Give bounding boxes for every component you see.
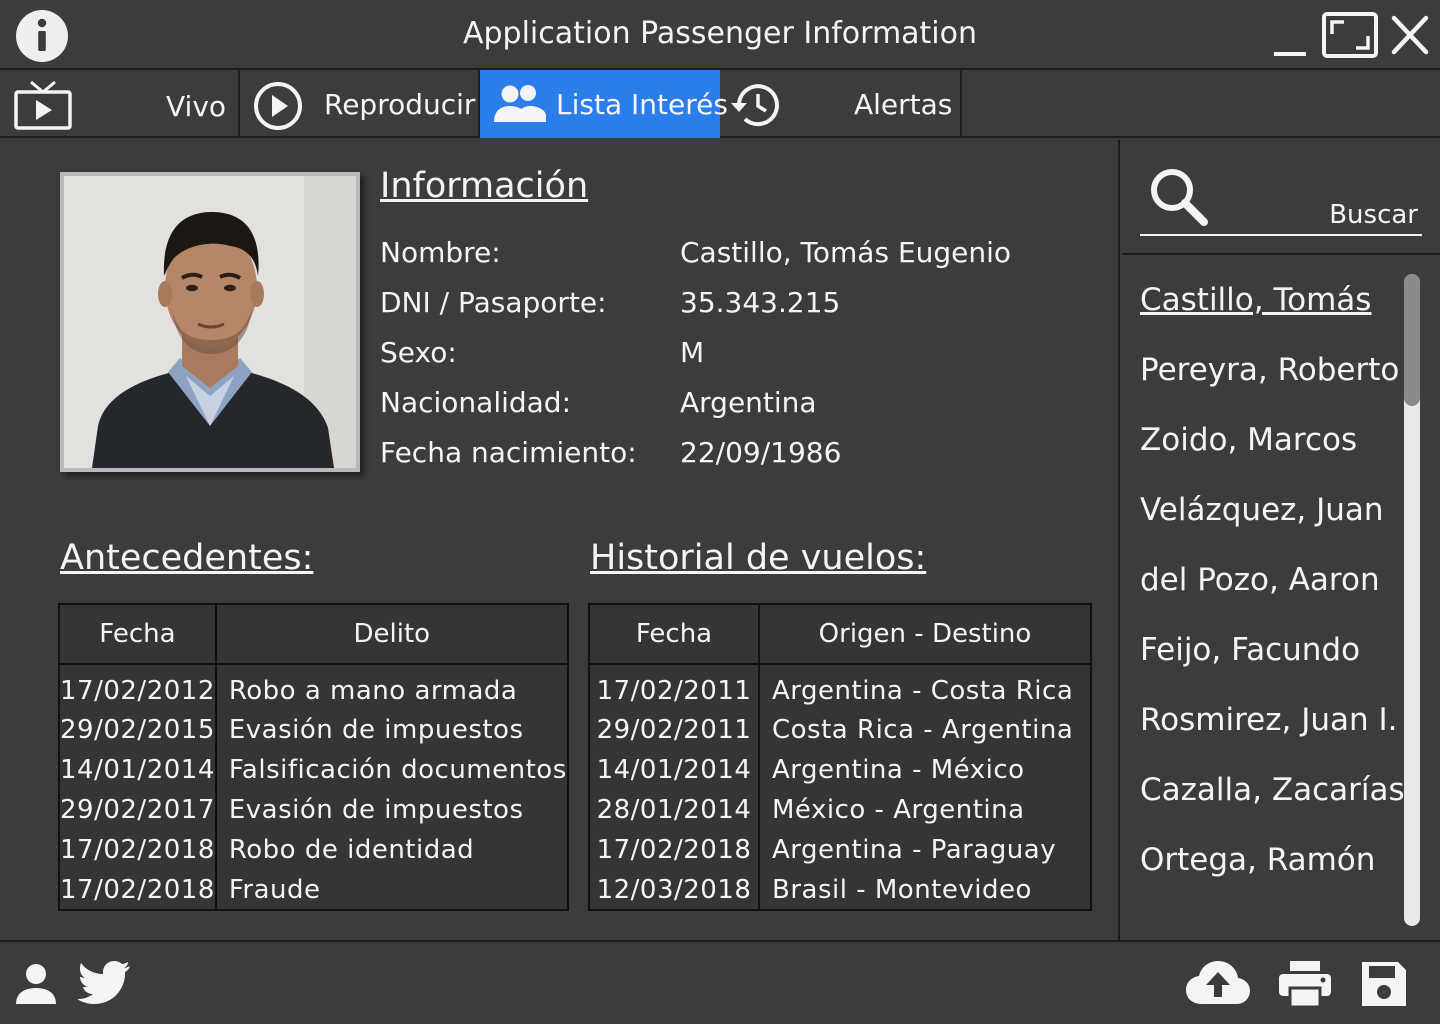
cell-fecha: 17/02/2018 — [59, 830, 217, 870]
list-item[interactable]: Feijo, Facundo — [1140, 632, 1360, 668]
cell-origen-destino: Argentina - Costa Rica — [772, 675, 1074, 706]
cell-delito: Robo a mano armada — [228, 675, 518, 706]
field-label-dni: DNI / Pasaporte: — [380, 286, 607, 319]
tab-alertas-label: Alertas — [854, 88, 953, 121]
table-header-row: Fecha Origen - Destino — [589, 604, 1091, 665]
cell-fecha: 17/02/2011 — [589, 664, 760, 710]
tab-lista-interes[interactable]: Lista Interés — [480, 70, 728, 138]
table-row[interactable]: 17/02/2012 Robo a mano armada — [59, 664, 568, 710]
cell-fecha: 12/03/2018 — [589, 870, 760, 910]
list-item[interactable]: Velázquez, Juan — [1140, 492, 1384, 528]
column-header-origen-destino: Origen - Destino — [759, 604, 1091, 665]
minimize-icon[interactable] — [1272, 14, 1308, 58]
play-circle-icon — [252, 80, 304, 136]
cell-fecha: 17/02/2018 — [59, 870, 217, 910]
tv-icon — [14, 80, 72, 134]
close-icon[interactable] — [1390, 14, 1430, 56]
cell-delito: Falsificación documentos — [228, 755, 567, 785]
list-item[interactable]: Zoido, Marcos — [1140, 422, 1357, 458]
table-row[interactable]: 12/03/2018 Brasil - Montevideo — [589, 870, 1091, 910]
passenger-photo — [60, 172, 360, 472]
antecedentes-title: Antecedentes: — [60, 538, 314, 578]
cell-fecha: 17/02/2012 — [59, 664, 217, 710]
field-label-fecha-nacimiento: Fecha nacimiento: — [380, 436, 637, 469]
table-row[interactable]: 14/01/2014 Argentina - México — [589, 750, 1091, 790]
table-row[interactable]: 29/02/2011 Costa Rica - Argentina — [589, 710, 1091, 750]
user-icon[interactable] — [14, 962, 58, 1010]
printer-icon[interactable] — [1278, 960, 1332, 1012]
table-header-row: Fecha Delito — [59, 604, 568, 665]
twitter-icon[interactable] — [77, 960, 132, 1010]
cell-fecha: 28/01/2014 — [589, 790, 760, 830]
cell-fecha: 29/02/2017 — [59, 790, 217, 830]
list-item-selected[interactable]: Castillo, Tomás — [1140, 282, 1371, 318]
list-item[interactable]: Pereyra, Roberto — [1140, 352, 1399, 388]
cell-delito: Fraude — [228, 874, 321, 905]
tab-vivo-label: Vivo — [166, 90, 227, 123]
table-row[interactable]: 17/02/2018 Fraude — [59, 870, 568, 910]
field-value-nombre: Castillo, Tomás Eugenio — [680, 236, 1012, 269]
cell-fecha: 14/01/2014 — [59, 750, 217, 790]
cell-delito: Robo de identidad — [228, 835, 475, 865]
tab-reproducir-label: Reproducir — [324, 88, 476, 121]
cell-delito: Evasión de impuestos — [228, 715, 524, 745]
cell-origen-destino: México - Argentina — [772, 795, 1025, 825]
table-row[interactable]: 17/02/2011 Argentina - Costa Rica — [589, 664, 1091, 710]
field-value-nacionalidad: Argentina — [680, 386, 817, 419]
table-row[interactable]: 14/01/2014 Falsificación documentos — [59, 750, 568, 790]
maximize-icon[interactable] — [1322, 12, 1378, 58]
tab-bar: Vivo Reproducir Lista Interés Alertas — [0, 70, 1440, 138]
cell-fecha: 14/01/2014 — [589, 750, 760, 790]
search-placeholder: Buscar — [1329, 200, 1418, 230]
table-row[interactable]: 17/02/2018 Argentina - Paraguay — [589, 830, 1091, 870]
bottom-toolbar — [0, 940, 1440, 1024]
list-item[interactable]: Rosmirez, Juan I. — [1140, 702, 1397, 738]
tab-alertas[interactable]: Alertas — [720, 70, 962, 138]
history-icon — [728, 80, 784, 134]
list-item[interactable]: Ortega, Ramón — [1140, 842, 1375, 878]
field-value-dni: 35.343.215 — [680, 286, 841, 319]
column-header-delito: Delito — [215, 604, 568, 665]
tab-lista-label: Lista Interés — [556, 88, 728, 121]
people-icon — [492, 84, 548, 128]
table-row[interactable]: 29/02/2017 Evasión de impuestos — [59, 790, 568, 830]
title-bar: Application Passenger Information — [0, 0, 1440, 70]
info-icon[interactable] — [16, 10, 68, 62]
interest-list-panel: Buscar Castillo, Tomás Pereyra, Roberto … — [1122, 140, 1440, 940]
antecedentes-table: Fecha Delito 17/02/2012 Robo a mano armad… — [58, 603, 569, 911]
vuelos-title: Historial de vuelos: — [590, 538, 927, 578]
cell-origen-destino: Argentina - México — [772, 755, 1025, 785]
field-label-nacionalidad: Nacionalidad: — [380, 386, 572, 419]
divider — [1122, 253, 1440, 255]
tab-vivo[interactable]: Vivo — [0, 70, 240, 138]
cell-fecha: 29/02/2015 — [59, 710, 217, 750]
save-icon[interactable] — [1360, 960, 1408, 1012]
passenger-detail-panel: Información Nombre: Castillo, Tomás Euge… — [0, 140, 1120, 940]
field-value-fecha-nacimiento: 22/09/1986 — [680, 436, 842, 469]
table-row[interactable]: 28/01/2014 México - Argentina — [589, 790, 1091, 830]
list-item[interactable]: del Pozo, Aaron — [1140, 562, 1380, 598]
column-header-fecha: Fecha — [59, 604, 217, 665]
cell-fecha: 17/02/2018 — [589, 830, 760, 870]
field-label-nombre: Nombre: — [380, 236, 501, 269]
tab-reproducir[interactable]: Reproducir — [240, 70, 480, 138]
field-label-sexo: Sexo: — [380, 336, 457, 369]
vuelos-table: Fecha Origen - Destino 17/02/2011 Argenti… — [588, 603, 1092, 911]
list-item[interactable]: Cazalla, Zacarías — [1140, 772, 1405, 808]
cell-delito: Evasión de impuestos — [228, 795, 524, 825]
table-row[interactable]: 17/02/2018 Robo de identidad — [59, 830, 568, 870]
window-title: Application Passenger Information — [462, 16, 978, 51]
cell-origen-destino: Brasil - Montevideo — [772, 874, 1032, 905]
search-input[interactable]: Buscar — [1140, 162, 1422, 236]
cell-origen-destino: Costa Rica - Argentina — [772, 715, 1074, 745]
info-section-title: Información — [380, 166, 589, 206]
table-row[interactable]: 29/02/2015 Evasión de impuestos — [59, 710, 568, 750]
search-icon[interactable] — [1148, 166, 1210, 232]
cloud-upload-icon[interactable] — [1186, 960, 1250, 1010]
column-header-fecha: Fecha — [589, 604, 760, 665]
field-value-sexo: M — [680, 336, 705, 369]
cell-origen-destino: Argentina - Paraguay — [772, 835, 1057, 865]
scrollbar-thumb[interactable] — [1404, 274, 1420, 406]
cell-fecha: 29/02/2011 — [589, 710, 760, 750]
